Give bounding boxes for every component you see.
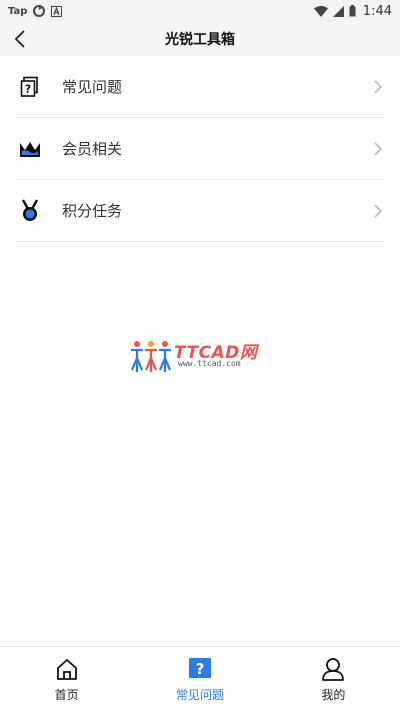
signal-icon (332, 5, 344, 17)
tab-faq[interactable]: ? 常见问题 (133, 647, 266, 711)
chevron-right-icon (374, 204, 383, 218)
menu-item-label: 会员相关 (62, 140, 123, 158)
app-header: 光锐工具箱 (0, 22, 400, 56)
medal-icon (17, 198, 43, 224)
menu-item-points-tasks[interactable]: 积分任务 (16, 180, 384, 242)
back-button[interactable] (8, 26, 32, 52)
page-title: 光锐工具箱 (165, 32, 235, 48)
menu-item-membership[interactable]: 会员相关 (16, 118, 384, 180)
svg-text:?: ? (25, 82, 31, 95)
sync-icon (33, 5, 46, 17)
menu-item-label: 积分任务 (62, 202, 123, 220)
menu-list: ? 常见问题 会员相关 积分任务 (0, 56, 400, 242)
crown-icon (17, 136, 43, 162)
chevron-right-icon (374, 142, 383, 156)
battery-icon (349, 5, 356, 17)
notification-a-icon (51, 5, 63, 17)
menu-item-label: 常见问题 (62, 78, 123, 96)
home-icon (55, 657, 79, 681)
menu-item-faq[interactable]: ? 常见问题 (16, 56, 384, 118)
chevron-left-icon (14, 30, 25, 48)
bottom-tab-bar: 首页 ? 常见问题 我的 (0, 646, 400, 711)
carrier-label: Tap (8, 5, 28, 17)
tab-label: 首页 (54, 688, 79, 702)
question-icon: ? (188, 657, 212, 681)
tab-mine[interactable]: 我的 (267, 647, 400, 711)
status-time: 1:44 (362, 3, 392, 19)
status-left: Tap (8, 5, 63, 17)
svg-text:?: ? (196, 660, 205, 678)
chevron-right-icon (374, 80, 383, 94)
tab-home[interactable]: 首页 (0, 647, 133, 711)
question-doc-icon: ? (17, 74, 43, 100)
watermark-logo-icon (130, 341, 172, 372)
status-right: 1:44 (313, 3, 392, 19)
status-bar: Tap 1:44 (0, 0, 400, 22)
tab-label: 常见问题 (175, 688, 224, 702)
wifi-icon (313, 5, 328, 17)
watermark: TTCAD网 www.ttcad.com (130, 338, 270, 378)
user-icon (321, 657, 345, 681)
watermark-url: www.ttcad.com (178, 359, 241, 368)
tab-label: 我的 (321, 688, 346, 702)
